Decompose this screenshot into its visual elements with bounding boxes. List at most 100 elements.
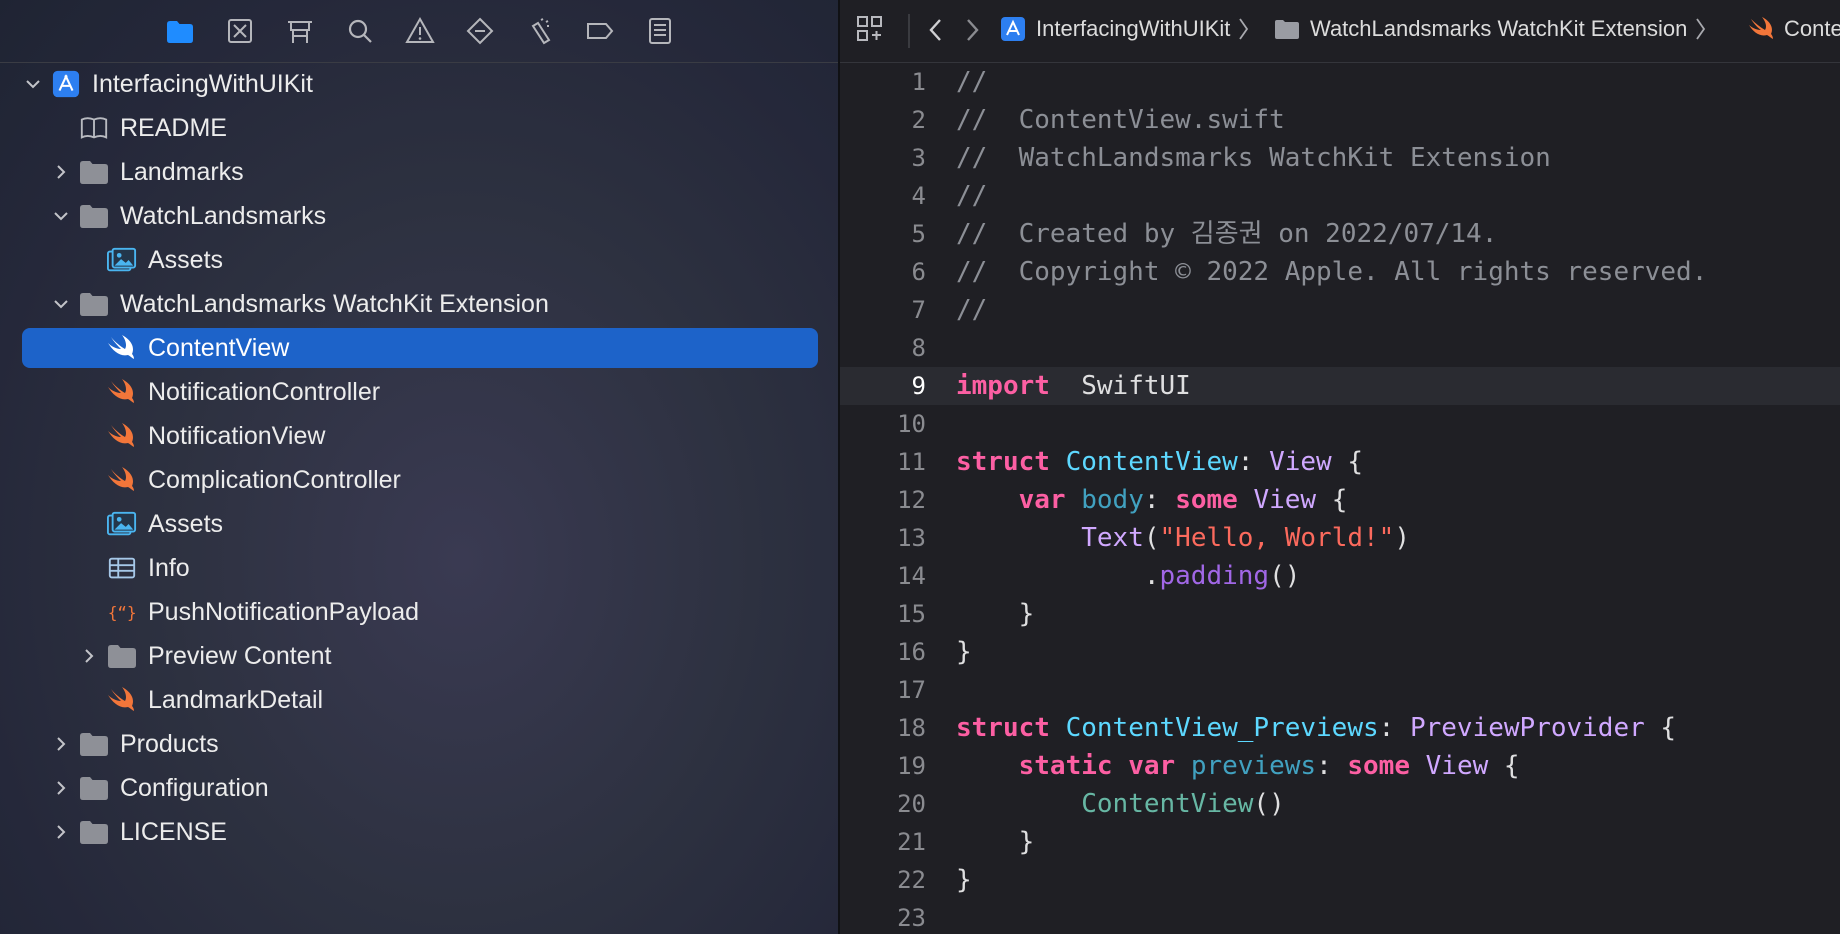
json-icon: {“} [106,597,138,627]
navigator-item-label: NotificationController [148,378,381,406]
navigator-item[interactable]: ComplicationController [22,460,818,500]
line-number: 16 [897,638,926,666]
line-number: 1 [911,68,926,96]
line-number: 21 [897,828,926,856]
navigator-item[interactable]: ContentView [22,328,818,368]
navigator-item[interactable]: Preview Content [22,636,818,676]
folder-icon[interactable] [163,14,197,48]
code-text: // [956,181,988,211]
source-control-icon[interactable] [223,14,257,48]
code-line: 20 ContentView() [840,785,1840,823]
breakpoint-icon[interactable] [583,14,617,48]
code-text: ContentView() [1081,789,1285,819]
back-icon[interactable] [926,17,946,43]
navigator-item[interactable]: WatchLandsmarks WatchKit Extension [22,284,818,324]
code-line: 11 struct ContentView: View { [840,443,1840,481]
test-icon[interactable] [463,14,497,48]
line-number: 15 [897,600,926,628]
navigator-item[interactable]: Assets [22,240,818,280]
navigator-item[interactable]: Products [22,724,818,764]
navigator-item[interactable]: NotificationController [22,372,818,412]
navigator-item[interactable]: LandmarkDetail [22,680,818,720]
swift-icon [1749,17,1773,39]
folder-icon [78,289,110,319]
navigator-item[interactable]: NotificationView [22,416,818,456]
navigator-item[interactable]: README [22,108,818,148]
report-icon[interactable] [643,14,677,48]
source-editor: InterfacingWithUIKit WatchLandsmarks Wat… [840,0,1840,934]
swift-icon [106,333,138,363]
debug-icon[interactable] [523,14,557,48]
code-line: 7 // [840,291,1840,329]
jump-bar: InterfacingWithUIKit WatchLandsmarks Wat… [840,0,1840,63]
navigator-item-label: Assets [148,246,224,274]
navigator-item-label: LICENSE [120,818,227,846]
code-text: } [956,637,972,667]
line-number: 7 [911,296,926,324]
chevron-right-icon[interactable] [50,161,72,183]
navigator-item[interactable]: Configuration [22,768,818,808]
line-number: 14 [897,562,926,590]
find-icon[interactable] [343,14,377,48]
breadcrumb-file[interactable]: Conte [1748,16,1840,42]
navigator-item[interactable]: InterfacingWithUIKit [22,64,818,104]
swift-icon [106,421,138,451]
code-line: 19 static var previews: some View { [840,747,1840,785]
issue-icon[interactable] [403,14,437,48]
line-number: 18 [897,714,926,742]
code-text: struct ContentView: View { [956,447,1364,477]
chevron-down-icon[interactable] [22,73,44,95]
navigator-item[interactable]: Landmarks [22,152,818,192]
navigator-item[interactable]: WatchLandsmarks [22,196,818,236]
navigator-item[interactable]: LICENSE [22,812,818,852]
chevron-right-icon[interactable] [50,777,72,799]
navigator-item-label: LandmarkDetail [148,686,324,714]
code-text: } [956,599,1035,629]
symbol-icon[interactable] [283,14,317,48]
line-number: 3 [911,144,926,172]
code-line: 5 // Created by 김종권 on 2022/07/14. [840,215,1840,253]
project-icon [50,69,82,99]
folder-icon [78,817,110,847]
forward-icon[interactable] [962,17,982,43]
line-number: 20 [897,790,926,818]
breadcrumb-group[interactable]: WatchLandsmarks WatchKit Extension [1274,16,1707,42]
chevron-right-icon[interactable] [50,821,72,843]
navigator-item-label: Info [148,554,190,582]
code-text: .padding() [956,561,1301,591]
code-line: 21 } [840,823,1840,861]
line-number: 8 [911,334,926,362]
code-area[interactable]: 1 // 2 // ContentView.swift 3 // WatchLandsma… [840,62,1840,934]
line-number: 5 [911,220,926,248]
navigator-item[interactable]: Assets [22,504,818,544]
chevron-right-icon[interactable] [78,645,100,667]
breadcrumb-project-label: InterfacingWithUIKit [1036,16,1231,41]
breadcrumb-project[interactable]: InterfacingWithUIKit [1000,16,1250,42]
line-number: 4 [911,182,926,210]
navigator-item[interactable]: Info [22,548,818,588]
chevron-down-icon[interactable] [50,293,72,315]
code-text: static var previews: some View { [1018,751,1520,781]
code-line: 2 // ContentView.swift [840,101,1840,139]
navigator-item-label: Configuration [120,774,269,802]
code-line: 6 // Copyright © 2022 Apple. All rights r… [840,253,1840,291]
code-text: // Created by 김종권 on 2022/07/14. [956,219,1498,249]
code-line: 9 import SwiftUI [840,367,1840,405]
code-text: import SwiftUI [956,371,1191,401]
related-items-icon[interactable] [856,15,884,43]
navigator-item-label: ComplicationController [148,466,401,494]
breadcrumb-group-label: WatchLandsmarks WatchKit Extension [1310,16,1688,41]
code-line: 16} [840,633,1840,671]
line-number: 23 [897,904,926,932]
code-text: } [956,865,972,895]
project-icon [1001,17,1025,41]
code-text: // [956,67,988,97]
line-number: 10 [897,410,926,438]
code-line: 8 [840,329,1840,367]
navigator-item-label: WatchLandsmarks WatchKit Extension [120,290,549,318]
navigator-item-label: Landmarks [120,158,244,186]
chevron-down-icon[interactable] [50,205,72,227]
navigator-item[interactable]: {“} PushNotificationPayload [22,592,818,632]
code-text: // Copyright © 2022 Apple. All rights re… [956,257,1708,287]
chevron-right-icon[interactable] [50,733,72,755]
